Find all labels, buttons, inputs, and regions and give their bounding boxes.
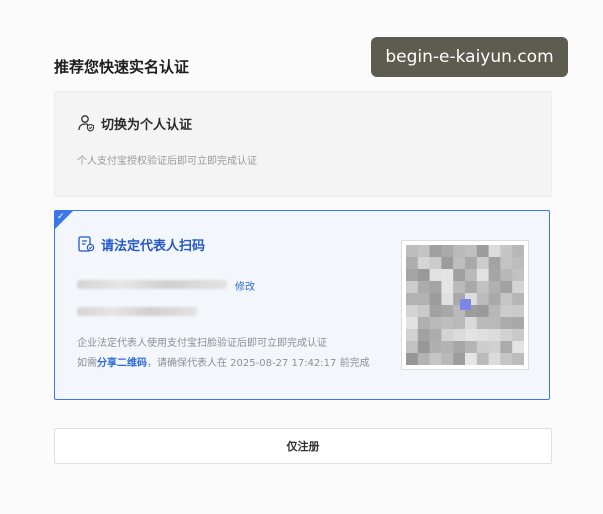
legal-rep-auth-card[interactable]: ✓ 请法定代表人扫码 修改 企业法定代表人使用支付宝扫脸验证后即可立即完成认证 … <box>54 210 550 400</box>
legal-rep-description: 企业法定代表人使用支付宝扫脸验证后即可立即完成认证 <box>77 338 327 349</box>
page-title: 推荐您快速实名认证 <box>54 58 190 76</box>
watermark-badge: begin-e-kaiyun.com <box>371 37 568 77</box>
legal-rep-title: 请法定代表人扫码 <box>101 239 206 254</box>
edit-link[interactable]: 修改 <box>235 278 255 293</box>
personal-auth-title: 切换为个人认证 <box>101 118 193 133</box>
redacted-company-name <box>77 280 227 289</box>
qr-code-image <box>406 245 524 365</box>
share-instructions: 如需分享二维码，请确保代表人在 2025-08-27 17:42:17 前完成 <box>77 354 370 369</box>
id-card-icon <box>77 235 95 253</box>
redacted-representative-name <box>77 307 197 316</box>
check-icon: ✓ <box>57 212 65 222</box>
user-shield-icon <box>77 114 95 132</box>
personal-auth-description: 个人支付宝授权验证后即可立即完成认证 <box>77 156 257 167</box>
share-prefix: 如需 <box>77 358 97 369</box>
register-only-button[interactable]: 仅注册 <box>54 428 552 464</box>
personal-auth-card[interactable]: 切换为个人认证 个人支付宝授权验证后即可立即完成认证 <box>54 91 552 197</box>
qr-code <box>401 240 529 370</box>
share-qr-link[interactable]: 分享二维码 <box>97 358 147 369</box>
share-deadline: ，请确保代表人在 2025-08-27 17:42:17 前完成 <box>147 358 370 369</box>
